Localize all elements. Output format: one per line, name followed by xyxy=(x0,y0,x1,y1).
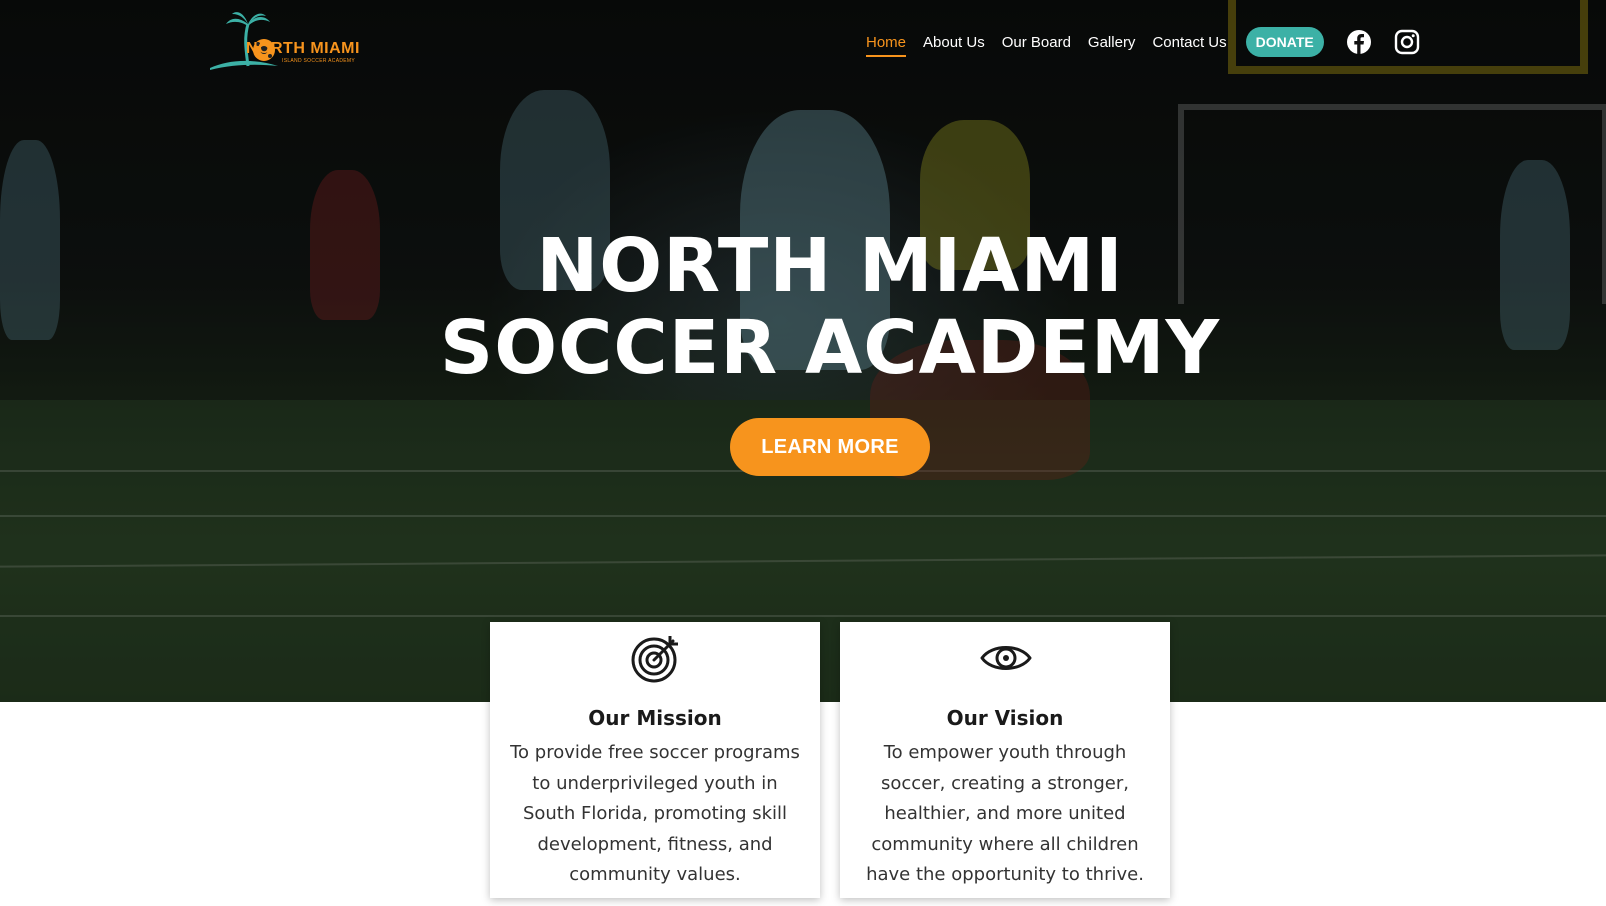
eye-icon xyxy=(980,632,1032,684)
nav-item-contact-us[interactable]: Contact Us xyxy=(1152,28,1226,57)
hero-title-line-1: NORTH MIAMI xyxy=(536,223,1124,309)
vision-text: To empower youth through soccer, creatin… xyxy=(866,742,1144,885)
nav-item-about-us[interactable]: About Us xyxy=(923,28,985,57)
mission-card: Our Mission To provide free soccer progr… xyxy=(490,622,820,898)
vision-title: Our Vision xyxy=(946,706,1064,730)
mission-text: To provide free soccer programs to under… xyxy=(510,742,800,885)
vision-card: Our Vision To empower youth through socc… xyxy=(840,622,1170,898)
site-logo[interactable]: NORTH MIAMI ISLAND SOCCER ACADEMY xyxy=(208,10,360,74)
hero-title-line-2: SOCCER ACADEMY xyxy=(439,305,1221,391)
page: NORTH MIAMI ISLAND SOCCER ACADEMY Home A… xyxy=(0,0,1606,906)
target-icon xyxy=(630,632,682,684)
logo-wordmark: NORTH MIAMI xyxy=(246,40,360,57)
nav-item-our-board[interactable]: Our Board xyxy=(1002,28,1071,57)
site-header: NORTH MIAMI ISLAND SOCCER ACADEMY Home A… xyxy=(0,0,1606,84)
nav-item-home[interactable]: Home xyxy=(866,28,907,57)
logo-tagline: ISLAND SOCCER ACADEMY xyxy=(282,58,355,64)
learn-more-button[interactable]: LEARN MORE xyxy=(730,418,930,476)
hero-section: NORTH MIAMI ISLAND SOCCER ACADEMY Home A… xyxy=(0,0,1606,702)
mission-title: Our Mission xyxy=(588,706,722,730)
donate-button[interactable]: DONATE xyxy=(1245,27,1324,57)
main-nav: Home About Us Our Board Gallery Contact … xyxy=(866,26,1442,58)
instagram-icon[interactable] xyxy=(1394,29,1420,55)
facebook-icon[interactable] xyxy=(1346,29,1372,55)
nav-item-gallery[interactable]: Gallery xyxy=(1088,28,1136,57)
